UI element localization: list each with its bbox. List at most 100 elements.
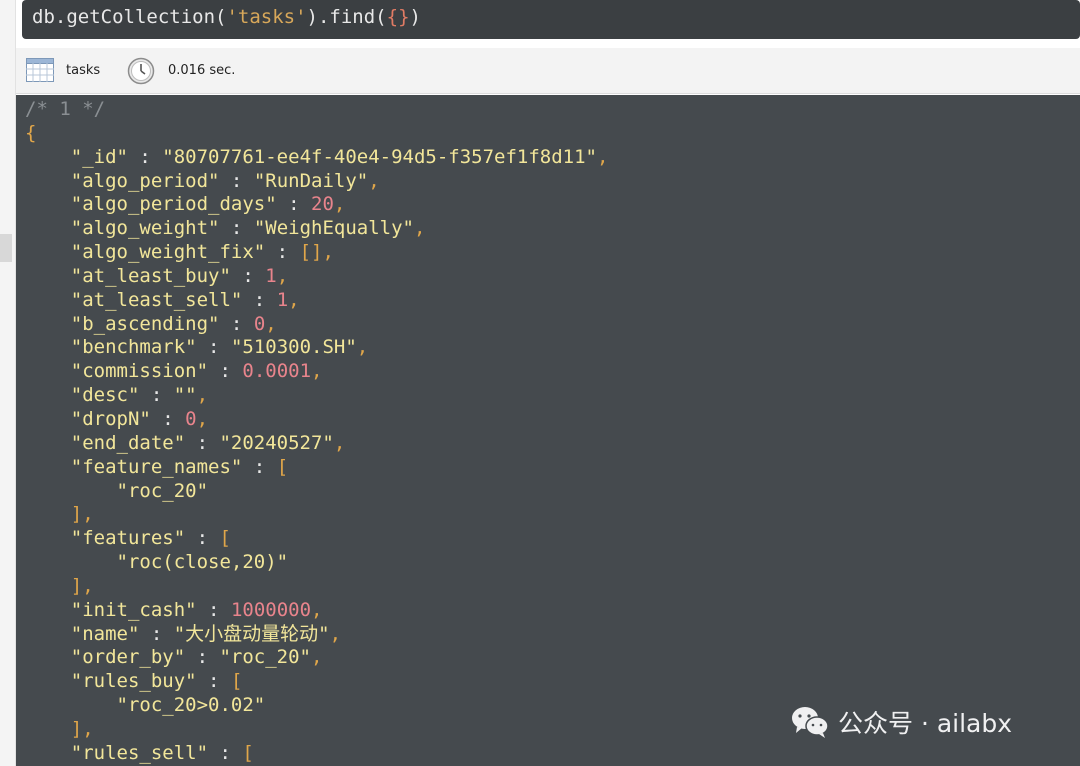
query-args: {} bbox=[386, 6, 410, 28]
field-value: 1 bbox=[276, 288, 289, 311]
field-line: "end_date" : "20240527", bbox=[25, 432, 608, 456]
array-open: [ bbox=[242, 741, 254, 764]
field-line: "algo_period" : "RunDaily", bbox=[25, 170, 608, 194]
query-editor[interactable]: db.getCollection('tasks').find({}) bbox=[22, 0, 1080, 39]
field-separator: : bbox=[196, 670, 231, 693]
field-value: "510300.SH" bbox=[230, 336, 357, 359]
comma: , bbox=[288, 288, 300, 311]
field-line: "_id" : "80707761-ee4f-40e4-94d5-f357ef1… bbox=[25, 145, 609, 170]
result-toolbar: tasks 0.016 sec. bbox=[16, 48, 1080, 94]
table-icon[interactable] bbox=[26, 58, 54, 82]
watermark-text: 公众号 · ailabx bbox=[838, 709, 1013, 738]
field-key: "name" bbox=[70, 622, 140, 645]
array-item-line: "roc_20>0.02" bbox=[25, 694, 608, 718]
field-line: "algo_weight" : "WeighEqually", bbox=[25, 217, 608, 241]
array-close: ], bbox=[70, 717, 94, 740]
field-separator: : bbox=[230, 264, 266, 287]
field-line: "b_ascending" : 0, bbox=[25, 313, 608, 337]
json-document: /* 1 */{ "_id" : "80707761-ee4f-40e4-94d… bbox=[25, 98, 608, 766]
field-separator: : bbox=[196, 598, 231, 621]
field-separator: : bbox=[185, 527, 220, 550]
comma: , bbox=[265, 312, 277, 335]
field-line: "at_least_sell" : 1, bbox=[25, 289, 608, 313]
comma: , bbox=[333, 193, 346, 216]
array-item: "roc_20>0.02" bbox=[116, 694, 266, 717]
field-key: "algo_period_days" bbox=[70, 193, 277, 216]
field-value: "80707761-ee4f-40e4-94d5-f357ef1f8d11" bbox=[162, 145, 597, 168]
field-line: "at_least_buy" : 1, bbox=[25, 265, 608, 289]
query-prefix: db.getCollection( bbox=[32, 6, 227, 28]
field-key: "dropN" bbox=[70, 407, 151, 430]
result-document-view[interactable]: /* 1 */{ "_id" : "80707761-ee4f-40e4-94d… bbox=[16, 95, 1080, 766]
field-separator: : bbox=[139, 384, 174, 407]
field-value: 20 bbox=[311, 193, 334, 216]
gutter-resize-handle[interactable] bbox=[0, 234, 12, 262]
array-item-line: "roc(close,20)" bbox=[25, 551, 608, 575]
field-line: "feature_names" : [ bbox=[25, 456, 608, 480]
document-header-line: /* 1 */ bbox=[25, 98, 608, 122]
comma: , bbox=[368, 169, 380, 192]
comma: , bbox=[356, 336, 369, 359]
field-key: "rules_buy" bbox=[70, 670, 197, 693]
comma: , bbox=[311, 646, 323, 669]
comma: , bbox=[311, 598, 323, 621]
field-line: "desc" : "", bbox=[25, 384, 608, 408]
array-item: "roc_20" bbox=[116, 479, 209, 502]
array-open: [ bbox=[230, 670, 243, 693]
field-key: "rules_sell" bbox=[70, 741, 209, 764]
array-open: [ bbox=[276, 455, 289, 478]
query-time-label: 0.016 sec. bbox=[168, 63, 236, 78]
field-value: 0 bbox=[253, 312, 266, 335]
field-value: 1 bbox=[265, 264, 277, 287]
array-close: ], bbox=[70, 574, 94, 597]
query-suffix: ) bbox=[409, 6, 421, 28]
comma: , bbox=[196, 407, 209, 430]
field-separator: : bbox=[150, 407, 186, 430]
field-separator: : bbox=[185, 431, 220, 454]
document-comment: /* 1 */ bbox=[25, 98, 106, 120]
comma: , bbox=[276, 264, 289, 287]
array-item: "roc(close,20)" bbox=[116, 551, 289, 574]
field-line: "commission" : 0.0001, bbox=[25, 360, 608, 384]
field-key: "features" bbox=[70, 527, 186, 550]
mongo-client-window: db.getCollection('tasks').find({}) tasks… bbox=[0, 0, 1080, 766]
comma: , bbox=[329, 622, 342, 645]
left-gutter bbox=[0, 0, 16, 766]
field-value: [] bbox=[299, 241, 323, 264]
open-brace: { bbox=[25, 121, 37, 144]
collection-label: tasks bbox=[66, 63, 101, 78]
comma: , bbox=[333, 431, 346, 454]
watermark: 公众号 · ailabx bbox=[790, 700, 1012, 744]
field-separator: : bbox=[242, 288, 277, 311]
field-separator: : bbox=[219, 169, 254, 192]
comma: , bbox=[596, 145, 609, 168]
comma: , bbox=[196, 384, 209, 407]
field-line: "features" : [ bbox=[25, 527, 608, 551]
query-collection: 'tasks' bbox=[226, 6, 307, 28]
array-close: ], bbox=[70, 503, 94, 526]
field-key: "_id" bbox=[70, 145, 128, 168]
clock-icon bbox=[127, 57, 155, 85]
field-line: "rules_buy" : [ bbox=[25, 670, 608, 694]
field-line: "name" : "大小盘动量轮动", bbox=[25, 623, 608, 647]
field-separator: : bbox=[139, 622, 174, 645]
